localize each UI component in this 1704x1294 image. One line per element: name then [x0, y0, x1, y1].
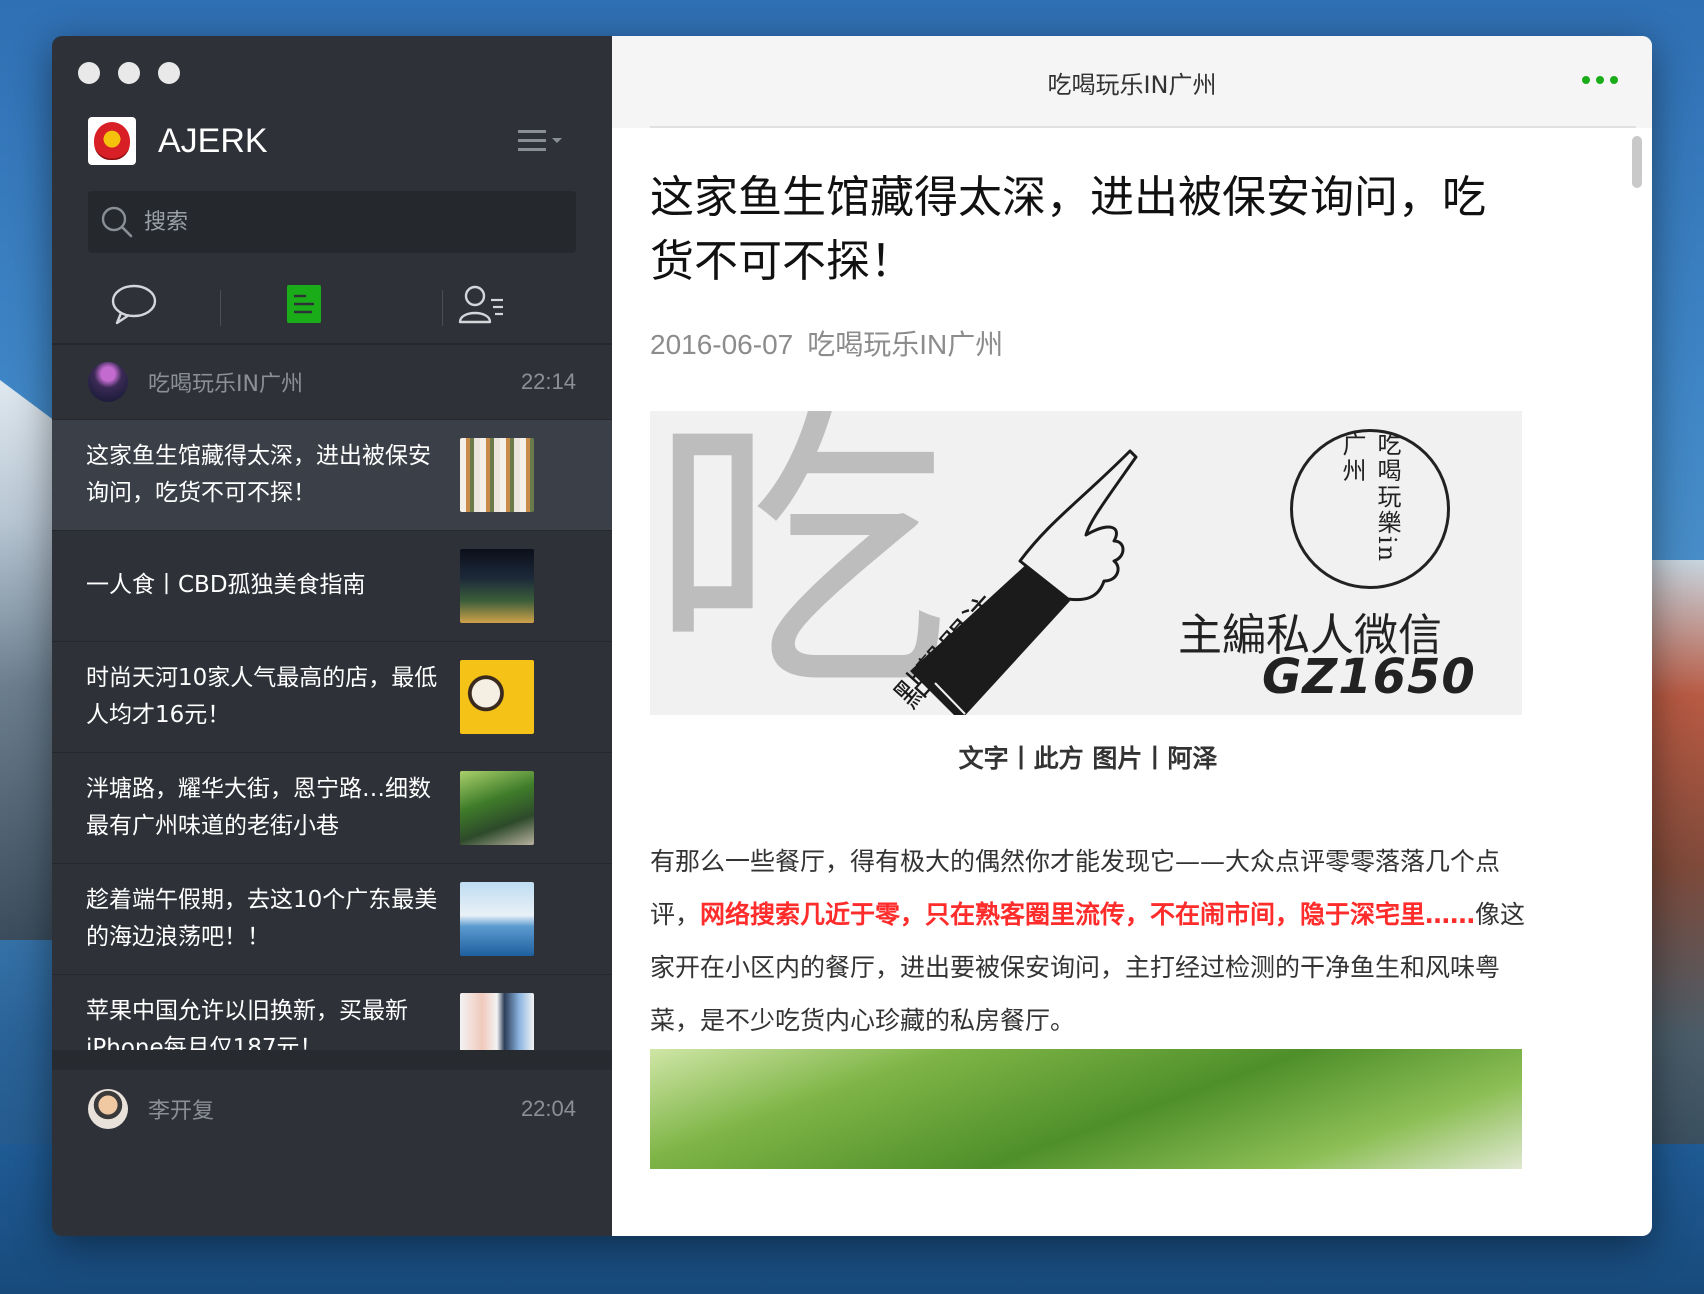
article-thumbnail: [460, 882, 534, 956]
search-icon: [101, 206, 133, 238]
sidebar: AJERK 搜索 吃喝玩乐IN广州 22:14 这家鱼生馆藏得太深，进出被保安询…: [52, 36, 612, 1236]
article-item-title: 这家鱼生馆藏得太深，进出被保安询问，吃货不可不探！: [86, 443, 431, 506]
search-box[interactable]: [88, 191, 576, 253]
article-thumbnail: [460, 438, 534, 512]
menu-icon[interactable]: [518, 126, 564, 156]
group-avatar: [88, 1089, 128, 1129]
app-window: AJERK 搜索 吃喝玩乐IN广州 22:14 这家鱼生馆藏得太深，进出被保安询…: [52, 36, 1652, 1236]
article-item[interactable]: 时尚天河10家人气最高的店，最低人均才16元！: [52, 641, 612, 752]
group-header[interactable]: 李开复 22:04: [52, 1072, 612, 1146]
article-item-title: 泮塘路，耀华大街，恩宁路…细数最有广州味道的老街小巷: [86, 776, 431, 839]
group-time: 22:04: [520, 1096, 576, 1121]
article-paragraph: 有那么一些餐厅，得有极大的偶然你才能发现它——大众点评零零落落几个点评，网络搜索…: [650, 835, 1526, 1047]
article-item[interactable]: 一人食丨CBD孤独美食指南: [52, 530, 612, 641]
article-item[interactable]: 泮塘路，耀华大街，恩宁路…细数最有广州味道的老街小巷: [52, 752, 612, 863]
article-banner-image: 吃 點擊關注 吃喝玩樂in广州 主編私人微信 GZ1650: [650, 411, 1522, 716]
article-credit: 文字丨此方 图片丨阿泽: [958, 744, 1218, 774]
more-options-icon[interactable]: [1582, 76, 1618, 84]
minimize-window-button[interactable]: [118, 62, 140, 84]
banner-wechat-id: GZ1650: [1262, 649, 1476, 706]
group-avatar: [88, 362, 128, 402]
header-title: 吃喝玩乐IN广州: [1047, 70, 1217, 99]
article-item[interactable]: 这家鱼生馆藏得太深，进出被保安询问，吃货不可不探！: [52, 419, 612, 530]
window-controls: [78, 62, 180, 84]
article-date: 2016-06-07: [650, 329, 794, 361]
article-meta: 2016-06-07 吃喝玩乐IN广州: [650, 323, 1526, 363]
group-header[interactable]: 吃喝玩乐IN广州 22:14: [52, 345, 612, 419]
article-thumbnail: [460, 660, 534, 734]
avatar[interactable]: [88, 117, 136, 165]
article-item-title: 时尚天河10家人气最高的店，最低人均才16元！: [86, 665, 438, 728]
scrollbar-thumb[interactable]: [1632, 136, 1642, 188]
article-item-title: 趁着端午假期，去这10个广东最美的海边浪荡吧！！: [86, 887, 438, 950]
article-item[interactable]: 趁着端午假期，去这10个广东最美的海边浪荡吧！！: [52, 863, 612, 974]
article-body: 这家鱼生馆藏得太深，进出被保安询问，吃货不可不探！ 2016-06-07 吃喝玩乐…: [650, 128, 1526, 1170]
desktop-rocks-right: [1644, 560, 1704, 1240]
close-window-button[interactable]: [78, 62, 100, 84]
article-author[interactable]: 吃喝玩乐IN广州: [807, 329, 1003, 360]
chat-group: 李开复 22:04: [52, 1072, 612, 1146]
content-header: 吃喝玩乐IN广州: [612, 36, 1652, 128]
article-photo: [650, 1049, 1522, 1170]
article-thumbnail: [460, 549, 534, 623]
article-title: 这家鱼生馆藏得太深，进出被保安询问，吃货不可不探！: [650, 172, 1486, 287]
zoom-window-button[interactable]: [158, 62, 180, 84]
profile-name: AJERK: [158, 121, 268, 160]
search-input[interactable]: [142, 208, 546, 236]
banner-seal: 吃喝玩樂in广州: [1290, 429, 1450, 590]
group-name: 李开复: [148, 1099, 215, 1124]
desktop-mountain-left: [0, 380, 60, 940]
article-view: 吃喝玩乐IN广州 这家鱼生馆藏得太深，进出被保安询问，吃货不可不探！ 2016-…: [612, 36, 1652, 1236]
seal-text: 吃喝玩樂in广州: [1338, 432, 1401, 564]
profile[interactable]: AJERK: [88, 116, 268, 166]
article-item-title: 一人食丨CBD孤独美食指南: [86, 572, 366, 598]
paragraph-highlight: 网络搜索几近于零，只在熟客圈里流传，不在闹市间，隐于深宅里……: [700, 900, 1476, 930]
article-doc-icon: [287, 285, 321, 323]
chat-group: 吃喝玩乐IN广州 22:14 这家鱼生馆藏得太深，进出被保安询问，吃货不可不探！…: [52, 319, 612, 1085]
article-thumbnail: [460, 771, 534, 845]
group-time: 22:14: [520, 369, 576, 394]
group-name: 吃喝玩乐IN广州: [148, 372, 303, 397]
